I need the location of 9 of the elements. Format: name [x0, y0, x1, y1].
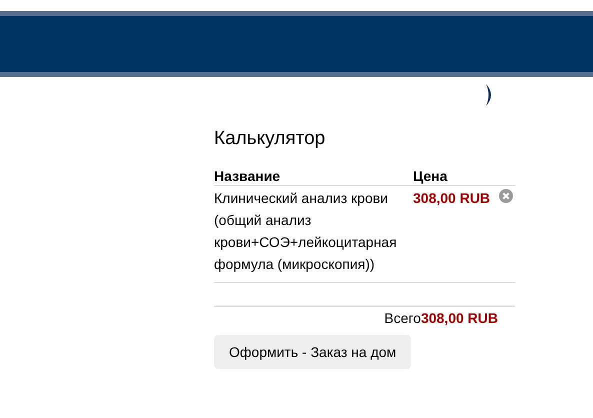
item-name: Клинический анализ крови (общий анализ крови+СОЭ+лейкоцитарная формула (микроскопия)) [214, 189, 398, 274]
total-value: 308,00 RUB [420, 310, 498, 328]
column-header: Цена [413, 168, 448, 184]
order-button[interactable]: Оформить - Заказ на дом [214, 335, 412, 369]
calculator-title: Калькулятор [214, 128, 326, 151]
total-label: Всего [384, 310, 421, 328]
remove-icon[interactable] [499, 189, 513, 203]
item-price: 308,00 RUB [413, 189, 492, 208]
column-header: Название [214, 168, 282, 184]
